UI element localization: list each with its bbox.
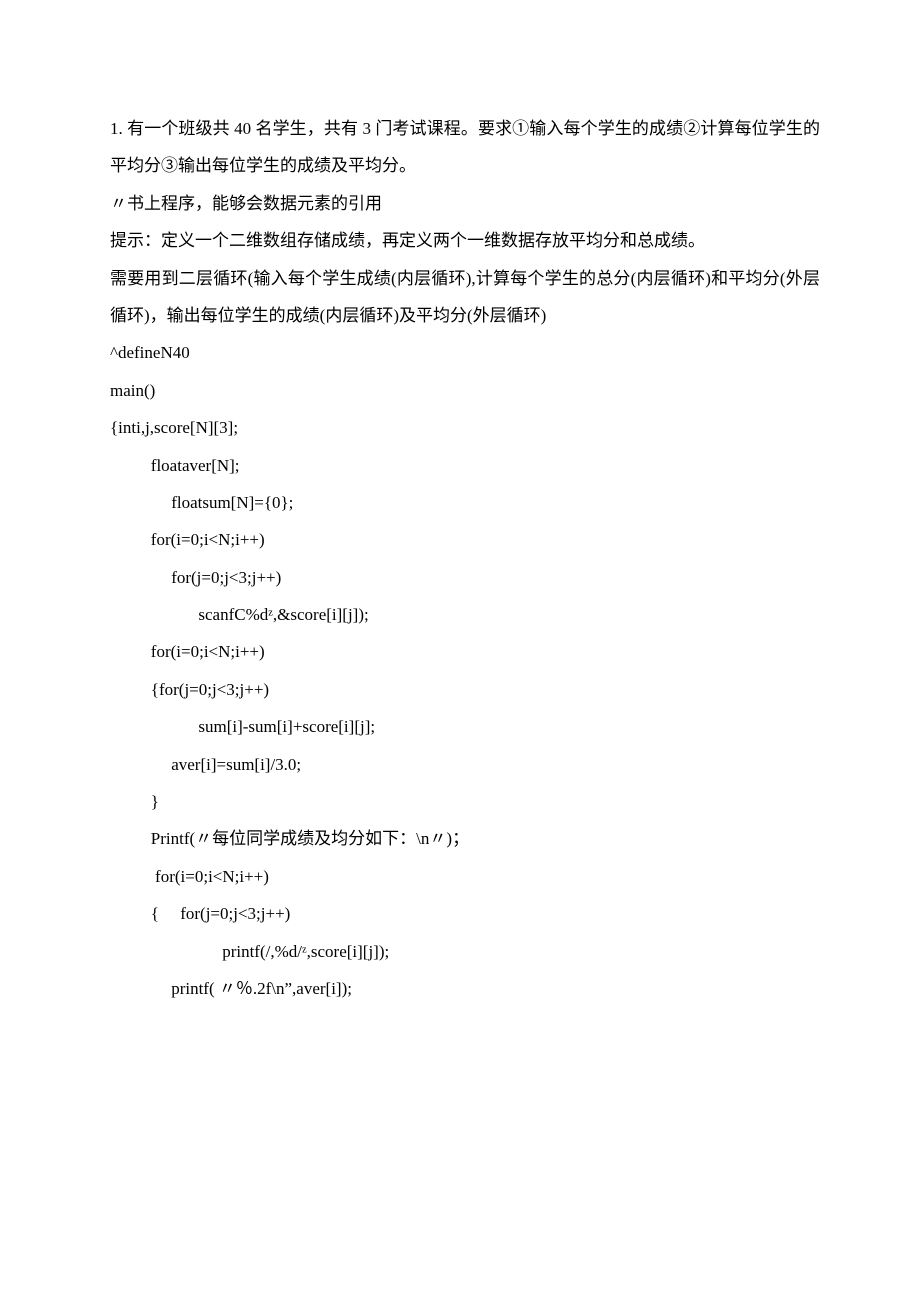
code-printf-score: printf(/,%d/ᶻ,score[i][j]); xyxy=(110,933,820,970)
hint-text-2: 需要用到二层循环(输入每个学生成绩(内层循环),计算每个学生的总分(内层循环)和… xyxy=(110,269,820,325)
code-for-outer-3: for(i=0;i<N;i++) xyxy=(110,858,820,895)
code-printf-header: Printf(〃每位同学成绩及均分如下：\n〃)； xyxy=(110,820,820,857)
code-decl-1: {inti,j,score[N][3]; xyxy=(110,409,820,446)
problem-text: 1. 有一个班级共 40 名学生，共有 3 门考试课程。要求①输入每个学生的成绩… xyxy=(110,119,820,175)
problem-statement: 1. 有一个班级共 40 名学生，共有 3 门考试课程。要求①输入每个学生的成绩… xyxy=(110,110,820,185)
hint-line-2: 需要用到二层循环(输入每个学生成绩(内层循环),计算每个学生的总分(内层循环)和… xyxy=(110,260,820,335)
code-decl-3: floatsum[N]={0}; xyxy=(110,484,820,521)
hint-text-1: 提示：定义一个二维数组存储成绩，再定义两个一维数据存放平均分和总成绩。 xyxy=(110,231,705,250)
code-sum: sum[i]-sum[i]+score[i][j]; xyxy=(110,708,820,745)
code-brace-close-1: } xyxy=(110,783,820,820)
code-for-inner-1: for(j=0;j<3;j++) xyxy=(110,559,820,596)
code-for-inner-3: { for(j=0;j<3;j++) xyxy=(110,895,820,932)
code-printf-aver: printf( 〃％.2f\n”,aver[i]); xyxy=(110,970,820,1007)
code-scanf: scanfC%dᶻ,&score[i][j]); xyxy=(110,596,820,633)
code-aver: aver[i]=sum[i]/3.0; xyxy=(110,746,820,783)
code-for-outer-1: for(i=0;i<N;i++) xyxy=(110,521,820,558)
comment-line: 〃书上程序，能够会数据元素的引用 xyxy=(110,185,820,222)
document-page: 1. 有一个班级共 40 名学生，共有 3 门考试课程。要求①输入每个学生的成绩… xyxy=(0,0,920,1301)
hint-line-1: 提示：定义一个二维数组存储成绩，再定义两个一维数据存放平均分和总成绩。 xyxy=(110,222,820,259)
code-decl-2: floataver[N]; xyxy=(110,447,820,484)
comment-text: 〃书上程序，能够会数据元素的引用 xyxy=(110,194,382,213)
code-for-inner-2: {for(j=0;j<3;j++) xyxy=(110,671,820,708)
code-for-outer-2: for(i=0;i<N;i++) xyxy=(110,633,820,670)
code-main: main() xyxy=(110,372,820,409)
code-define: ^defineN40 xyxy=(110,334,820,371)
